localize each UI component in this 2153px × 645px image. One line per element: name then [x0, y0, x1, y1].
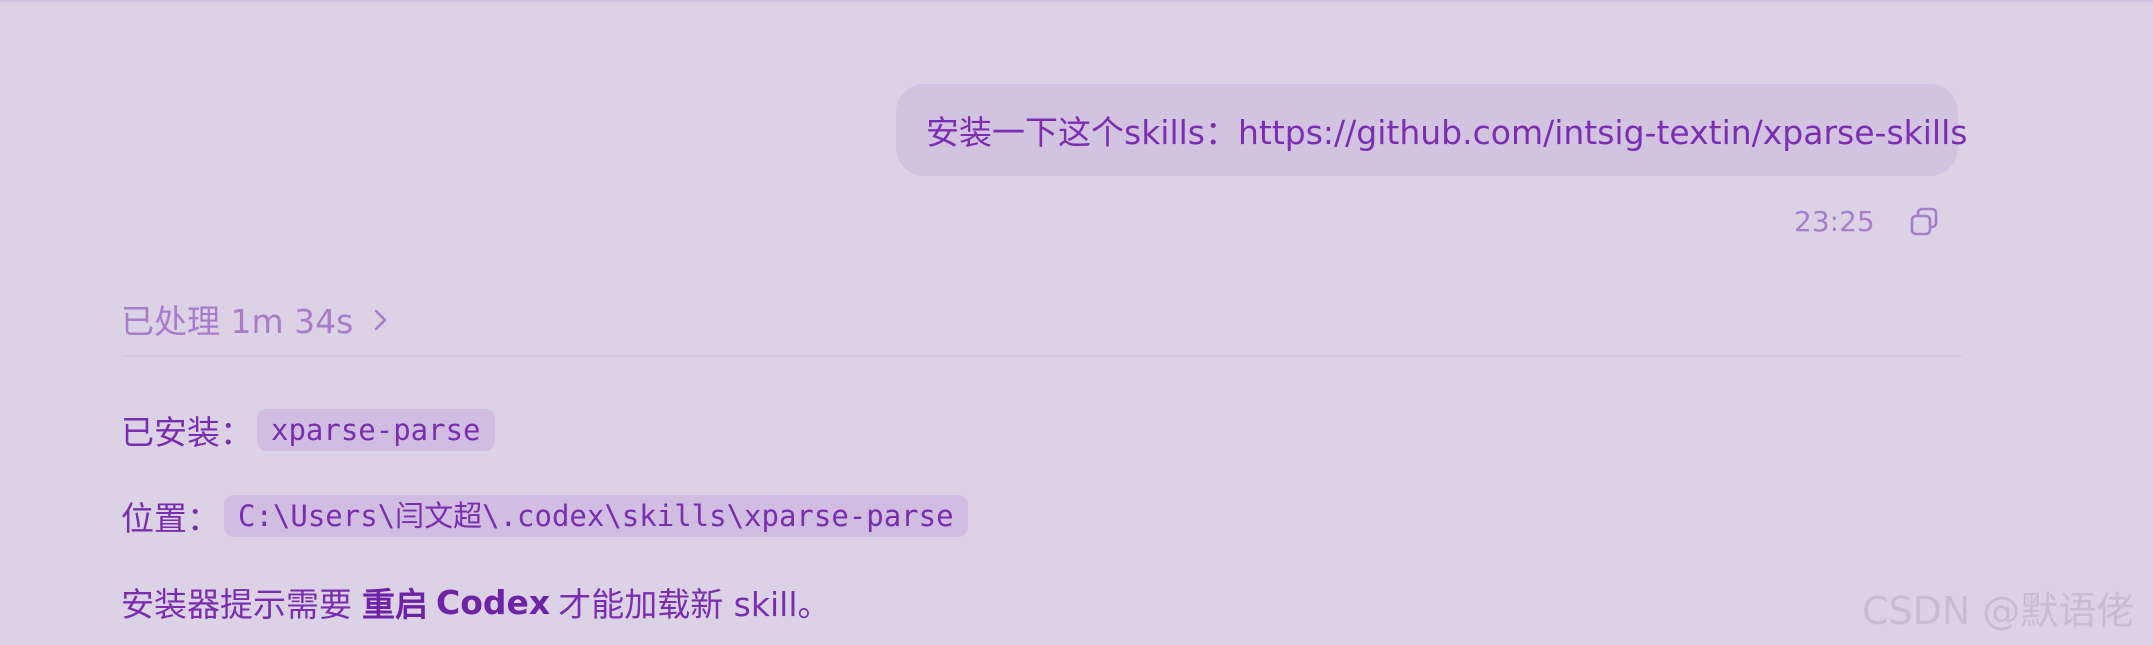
- processed-label: 已处理 1m 34s: [121, 302, 354, 341]
- note-prefix: 安装器提示需要: [121, 585, 352, 624]
- installed-label: 已安装：: [121, 413, 253, 452]
- note-brand: Codex: [436, 582, 551, 622]
- chevron-right-icon: [371, 304, 391, 334]
- top-divider: [0, 0, 2153, 2]
- location-code: C:\Users\闫文超\.codex\skills\xparse-parse: [224, 495, 968, 537]
- location-line: 位置： C:\Users\闫文超\.codex\skills\xparse-pa…: [121, 492, 968, 540]
- installed-line: 已安装： xparse-parse: [121, 406, 495, 454]
- note-bold: 重启: [362, 585, 428, 624]
- restart-note: 安装器提示需要 重启 Codex 才能加载新 skill。: [121, 578, 831, 626]
- processed-toggle[interactable]: 已处理 1m 34s: [121, 297, 391, 341]
- user-message-bubble: 安装一下这个skills：https://github.com/intsig-t…: [896, 84, 1967, 176]
- installed-code: xparse-parse: [257, 409, 495, 451]
- section-divider: [121, 355, 1961, 357]
- watermark: CSDN @默语佬: [1862, 589, 2135, 633]
- note-suffix: 才能加载新 skill。: [558, 585, 831, 624]
- user-message-text: 安装一下这个skills：https://github.com/intsig-t…: [926, 113, 1968, 152]
- copy-icon[interactable]: [1903, 200, 1947, 244]
- message-meta-row: 23:25: [1780, 200, 1950, 244]
- location-label: 位置：: [121, 499, 220, 538]
- message-timestamp: 23:25: [1794, 205, 1875, 238]
